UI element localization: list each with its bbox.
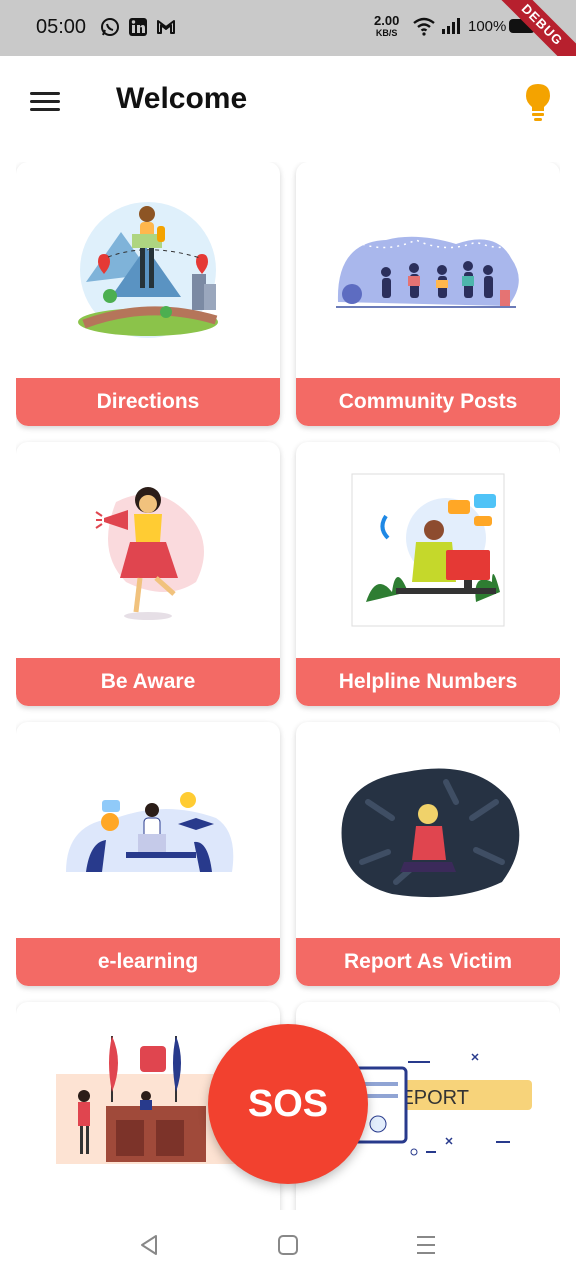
gmail-icon	[157, 20, 175, 34]
tile-label: Be Aware	[16, 658, 280, 706]
network-speed: 2.00 KB/S	[374, 13, 400, 39]
whatsapp-icon	[101, 18, 119, 36]
tile-label: Report As Victim	[296, 938, 560, 986]
tile-label: Directions	[16, 378, 280, 426]
online-learning-illustration	[66, 792, 234, 872]
page-title: Welcome	[116, 82, 248, 115]
tile-be-aware[interactable]: Be Aware	[16, 442, 280, 706]
battery-percent: 100%	[468, 18, 507, 35]
victim-hands-illustration	[341, 768, 520, 898]
status-time: 05:00	[36, 16, 87, 38]
tile-label: e-learning	[16, 938, 280, 986]
tile-label: Community Posts	[296, 378, 560, 426]
lightbulb-icon[interactable]	[522, 82, 554, 122]
network-speed-unit: KB/S	[375, 28, 398, 38]
map-traveler-illustration	[78, 202, 218, 338]
home-square-icon[interactable]	[274, 1232, 302, 1258]
tile-community-posts[interactable]: Community Posts	[296, 162, 560, 426]
signal-icon	[442, 18, 460, 34]
back-triangle-icon[interactable]	[136, 1232, 164, 1258]
call-center-illustration	[351, 473, 505, 627]
tile-e-learning[interactable]: e-learning	[16, 722, 280, 986]
notification-icons	[100, 17, 176, 37]
tile-report-as-victim[interactable]: Report As Victim	[296, 722, 560, 986]
megaphone-woman-illustration	[95, 487, 204, 620]
network-speed-value: 2.00	[374, 13, 400, 28]
wifi-icon	[413, 17, 435, 36]
app-bar: Welcome	[0, 56, 576, 148]
status-bar: 05:00 2.00 KB/S 100% DEBUG	[0, 0, 576, 83]
hamburger-icon[interactable]	[30, 92, 60, 112]
system-nav-bar	[0, 1210, 576, 1280]
tile-directions[interactable]: Directions	[16, 162, 280, 426]
tile-label: Helpline Numbers	[296, 658, 560, 706]
community-gathering-illustration	[336, 236, 519, 308]
recents-lines-icon[interactable]	[412, 1232, 440, 1258]
tile-helpline-numbers[interactable]: Helpline Numbers	[296, 442, 560, 706]
linkedin-icon	[129, 18, 147, 36]
sos-button[interactable]: SOS	[208, 1024, 368, 1184]
